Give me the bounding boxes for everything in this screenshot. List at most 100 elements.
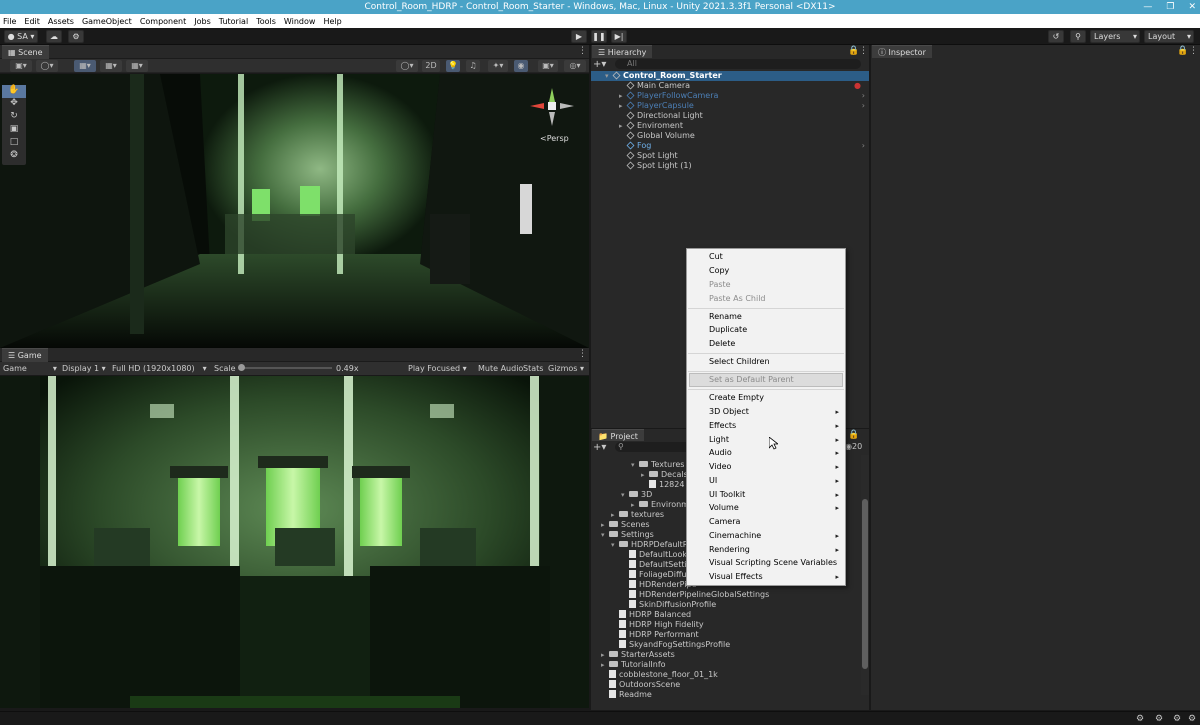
menu-item-cinemachine[interactable]: Cinemachine [709, 530, 761, 542]
gizmos-icon[interactable]: ◎▾ [564, 60, 586, 72]
project-item[interactable]: SkyandFogSettingsProfile [591, 640, 861, 650]
tab-hierarchy[interactable]: ☰ Hierarchy [592, 45, 653, 59]
rect-tool-icon[interactable]: □ [2, 137, 26, 150]
layers-dropdown[interactable]: Layers ▾ [1090, 30, 1140, 43]
audio-icon[interactable]: ♫ [466, 60, 480, 72]
menu-jobs[interactable]: Jobs [194, 17, 211, 26]
project-item[interactable]: cobblestone_floor_01_1k [591, 670, 861, 680]
menu-item-effects[interactable]: Effects [709, 420, 736, 432]
settings-icon[interactable]: ⚙ [1188, 714, 1196, 724]
2d-toggle[interactable]: 2D [422, 60, 440, 72]
play-focused-dropdown[interactable]: Play Focused ▾ [408, 364, 467, 373]
project-item[interactable]: ▸ StarterAssets [591, 650, 861, 660]
stats-button[interactable]: Stats [523, 364, 543, 373]
game-view-dropdown[interactable]: Game ▾ [3, 364, 57, 373]
tab-inspector[interactable]: ⓘ Inspector [872, 45, 932, 59]
lock-icon[interactable]: 🔒 [1177, 46, 1188, 56]
project-item[interactable]: ▸ TutorialInfo [591, 660, 861, 670]
menu-tools[interactable]: Tools [256, 17, 276, 26]
menu-item-3d-object[interactable]: 3D Object [709, 406, 749, 418]
hierarchy-item-player-capsule[interactable]: ▸ PlayerCapsule › [591, 101, 869, 111]
render-mode-icon[interactable]: ◯▾ [396, 60, 418, 72]
lock-icon[interactable]: 🔒 [848, 46, 859, 56]
menu-edit[interactable]: Edit [24, 17, 40, 26]
project-item[interactable]: OutdoorsScene [591, 680, 861, 690]
project-item[interactable]: HDRP Performant [591, 630, 861, 640]
draw-mode-icon[interactable]: ▣▾ [10, 60, 32, 72]
project-item[interactable]: HDRP Balanced [591, 610, 861, 620]
menu-item-copy[interactable]: Copy [709, 265, 729, 277]
lock-icon[interactable]: 🔒 [848, 430, 859, 440]
game-viewport[interactable] [0, 376, 589, 708]
hierarchy-item-spot-light-1[interactable]: Spot Light (1) [591, 161, 869, 171]
tab-scene[interactable]: ▦ Scene [2, 45, 49, 59]
scale-tool-icon[interactable]: ▣ [2, 124, 26, 137]
move-tool-icon[interactable]: ✥ [2, 98, 26, 111]
menu-item-audio[interactable]: Audio [709, 447, 732, 459]
scale-slider[interactable] [238, 364, 332, 371]
hierarchy-item-directional-light[interactable]: Directional Light [591, 111, 869, 121]
menu-file[interactable]: File [3, 17, 16, 26]
hierarchy-search-input[interactable]: All [615, 59, 861, 69]
scene-viewport[interactable]: ✋ ✥ ↻ ▣ □ ❂ <Persp [0, 74, 589, 348]
resolution-dropdown[interactable]: Full HD (1920x1080) ▾ [112, 364, 207, 373]
chevron-right-icon[interactable]: › [862, 141, 865, 151]
camera-icon[interactable]: ▣▾ [538, 60, 558, 72]
menu-item-set-default-parent[interactable]: Set as Default Parent [709, 374, 794, 386]
project-item[interactable]: HDRenderPipelineGlobalSettings [591, 590, 861, 600]
menu-item-rename[interactable]: Rename [709, 311, 742, 323]
project-item[interactable]: SkinDiffusionProfile [591, 600, 861, 610]
kebab-menu-icon[interactable]: ⋮ [1189, 46, 1198, 56]
search-icon[interactable]: ⚲ [1070, 30, 1086, 43]
chevron-right-icon[interactable]: › [862, 101, 865, 111]
scrollbar-thumb[interactable] [862, 499, 868, 669]
add-button[interactable]: +▾ [593, 59, 606, 70]
cloud-icon[interactable]: ☁ [46, 30, 62, 43]
menu-window[interactable]: Window [284, 17, 316, 26]
project-item[interactable]: HDRP High Fidelity [591, 620, 861, 630]
menu-item-light[interactable]: Light [709, 434, 729, 446]
grid-icon[interactable]: ▦▾ [74, 60, 96, 72]
menu-item-duplicate[interactable]: Duplicate [709, 324, 747, 336]
menu-item-create-empty[interactable]: Create Empty [709, 392, 764, 404]
hidden-objects-icon[interactable]: ◉ [514, 60, 528, 72]
menu-item-video[interactable]: Video [709, 461, 731, 473]
transform-tool-icon[interactable]: ❂ [2, 150, 26, 163]
scene-root-row[interactable]: ▾ Control_Room_Starter [591, 71, 869, 81]
menu-item-rendering[interactable]: Rendering [709, 544, 750, 556]
history-icon[interactable]: ↺ [1048, 30, 1064, 43]
slider-handle[interactable] [238, 364, 245, 371]
hierarchy-item-global-volume[interactable]: Global Volume [591, 131, 869, 141]
menu-item-cut[interactable]: Cut [709, 251, 723, 263]
menu-item-visual-effects[interactable]: Visual Effects [709, 571, 763, 583]
menu-item-select-children[interactable]: Select Children [709, 356, 770, 368]
menu-component[interactable]: Component [140, 17, 186, 26]
display-dropdown[interactable]: Display 1 ▾ [62, 364, 106, 373]
lighting-icon[interactable]: 💡 [446, 60, 460, 72]
kebab-menu-icon[interactable]: ⋮ [859, 46, 868, 56]
chevron-right-icon[interactable]: › [862, 91, 865, 101]
rotate-tool-icon[interactable]: ↻ [2, 111, 26, 124]
step-button[interactable]: ▶| [611, 30, 627, 43]
snap-icon[interactable]: ▦▾ [100, 60, 122, 72]
hierarchy-item-main-camera[interactable]: Main Camera ● [591, 81, 869, 91]
debug-icon[interactable]: ⚙ [1173, 714, 1181, 724]
hand-tool-icon[interactable]: ✋ [2, 85, 26, 98]
menu-item-camera[interactable]: Camera [709, 516, 740, 528]
menu-help[interactable]: Help [323, 17, 341, 26]
tab-game[interactable]: ☰ Game [2, 348, 48, 362]
hierarchy-item-fog[interactable]: Fog › [591, 141, 869, 151]
menu-assets[interactable]: Assets [48, 17, 74, 26]
hierarchy-item-player-follow-camera[interactable]: ▸ PlayerFollowCamera › [591, 91, 869, 101]
play-button[interactable]: ▶ [571, 30, 587, 43]
account-button[interactable]: ● SA ▾ [4, 30, 38, 43]
shading-icon[interactable]: ◯▾ [36, 60, 58, 72]
mute-audio-button[interactable]: Mute Audio [478, 364, 523, 373]
baking-icon[interactable]: ⚙ [1155, 714, 1163, 724]
menu-item-volume[interactable]: Volume [709, 502, 739, 514]
menu-item-paste-as-child[interactable]: Paste As Child [709, 293, 766, 305]
kebab-menu-icon[interactable]: ⋮ [578, 349, 587, 359]
collab-icon[interactable]: ⚙ [68, 30, 84, 43]
project-item[interactable]: Readme [591, 690, 861, 700]
layout-dropdown[interactable]: Layout ▾ [1144, 30, 1194, 43]
